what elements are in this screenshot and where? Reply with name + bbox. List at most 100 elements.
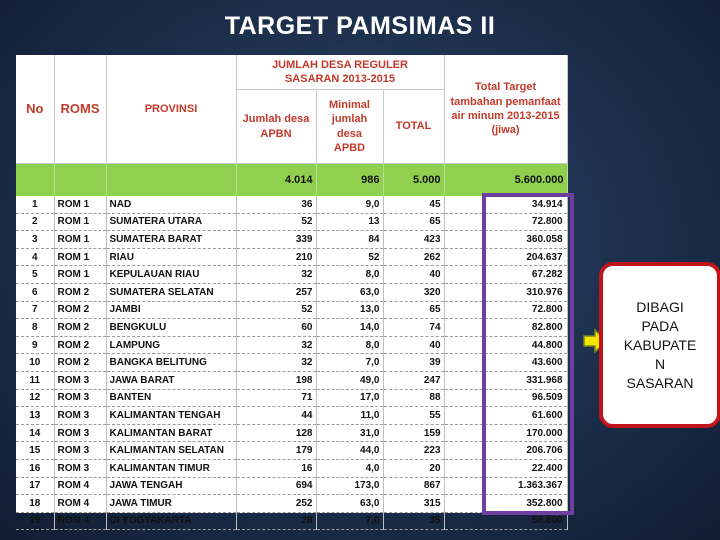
row-apbd: 8,0 [316,336,384,355]
row-roms: ROM 4 [54,494,107,513]
row-provinsi: SUMATERA SELATAN [106,283,237,302]
row-no: 11 [16,371,55,390]
row-total: 74 [383,318,445,337]
callout-box: DIBAGI PADA KABUPATE N SASARAN [599,262,720,428]
row-no: 7 [16,301,55,320]
row-apbn: 179 [236,441,317,460]
row-provinsi: SUMATERA BARAT [106,230,237,249]
row-provinsi: SUMATERA UTARA [106,213,237,232]
header-target: Total Target tambahan pemanfaat air minu… [444,55,568,164]
row-total: 88 [383,389,445,408]
row-apbn: 16 [236,459,317,478]
row-apbn: 44 [236,406,317,425]
row-no: 6 [16,283,55,302]
row-apbn: 32 [236,336,317,355]
row-roms: ROM 3 [54,459,107,478]
row-provinsi: KALIMANTAN TENGAH [106,406,237,425]
row-roms: ROM 1 [54,230,107,249]
header-total: TOTAL [383,89,445,164]
row-provinsi: BENGKULU [106,318,237,337]
row-roms: ROM 2 [54,353,107,372]
row-total: 20 [383,459,445,478]
row-apbn: 36 [236,196,317,214]
row-no: 8 [16,318,55,337]
header-roms: ROMS [54,55,107,164]
row-total: 39 [383,353,445,372]
total-total: 5.000 [383,163,445,196]
row-total: 40 [383,265,445,284]
row-provinsi: LAMPUNG [106,336,237,355]
row-roms: ROM 4 [54,512,107,531]
row-provinsi: NAD [106,196,237,214]
row-apbn: 257 [236,283,317,302]
row-apbn: 71 [236,389,317,408]
row-provinsi: JAWA TENGAH [106,477,237,496]
row-apbn: 60 [236,318,317,337]
row-provinsi: JAWA TIMUR [106,494,237,513]
row-no: 15 [16,441,55,460]
row-no: 12 [16,389,55,408]
row-apbd: 9,0 [316,196,384,214]
header-apbd: Minimal jumlah desa APBD [316,89,384,164]
row-total: 55 [383,406,445,425]
row-no: 18 [16,494,55,513]
row-total: 159 [383,424,445,443]
row-roms: ROM 2 [54,301,107,320]
row-roms: ROM 3 [54,389,107,408]
row-apbn: 339 [236,230,317,249]
row-apbd: 52 [316,248,384,267]
header-provinsi: PROVINSI [106,55,237,164]
row-apbd: 17,0 [316,389,384,408]
row-apbn: 128 [236,424,317,443]
row-apbd: 63,0 [316,494,384,513]
callout-line: SASARAN [626,374,694,391]
callout-line: DIBAGI [636,298,684,315]
row-apbn: 52 [236,301,317,320]
target-column-highlight [482,193,574,515]
total-apbd: 986 [316,163,384,196]
total-apbn: 4.014 [236,163,317,196]
row-no: 14 [16,424,55,443]
row-no: 4 [16,248,55,267]
row-provinsi: KALIMANTAN SELATAN [106,441,237,460]
row-total: 867 [383,477,445,496]
header-group: JUMLAH DESA REGULER SASARAN 2013-2015 [236,55,445,90]
row-total: 315 [383,494,445,513]
row-roms: ROM 1 [54,213,107,232]
row-roms: ROM 2 [54,318,107,337]
row-apbn: 694 [236,477,317,496]
row-roms: ROM 4 [54,477,107,496]
row-apbd: 84 [316,230,384,249]
totals-row: 4.014 986 5.000 5.600.000 [16,163,568,196]
row-total: 35 [383,512,445,531]
callout-line: KABUPATE [623,336,697,353]
row-provinsi: KEPULAUAN RIAU [106,265,237,284]
row-apbd: 31,0 [316,424,384,443]
row-roms: ROM 3 [54,424,107,443]
row-total: 320 [383,283,445,302]
row-roms: ROM 3 [54,441,107,460]
row-provinsi: KALIMANTAN TIMUR [106,459,237,478]
row-provinsi: JAWA BARAT [106,371,237,390]
row-apbd: 7,0 [316,353,384,372]
row-no: 19 [16,512,55,531]
row-total: 223 [383,441,445,460]
row-apbd: 44,0 [316,441,384,460]
row-no: 9 [16,336,55,355]
row-provinsi: JAMBI [106,301,237,320]
row-apbd: 49,0 [316,371,384,390]
row-apbn: 198 [236,371,317,390]
row-total: 65 [383,301,445,320]
row-apbd: 14,0 [316,318,384,337]
row-apbn: 252 [236,494,317,513]
row-apbn: 32 [236,265,317,284]
row-apbn: 28 [236,512,317,531]
row-roms: ROM 1 [54,248,107,267]
row-total: 45 [383,196,445,214]
row-provinsi: BANGKA BELITUNG [106,353,237,372]
row-roms: ROM 3 [54,371,107,390]
slide-title: TARGET PAMSIMAS II [224,12,496,40]
row-apbd: 63,0 [316,283,384,302]
row-roms: ROM 1 [54,265,107,284]
row-provinsi: BANTEN [106,389,237,408]
